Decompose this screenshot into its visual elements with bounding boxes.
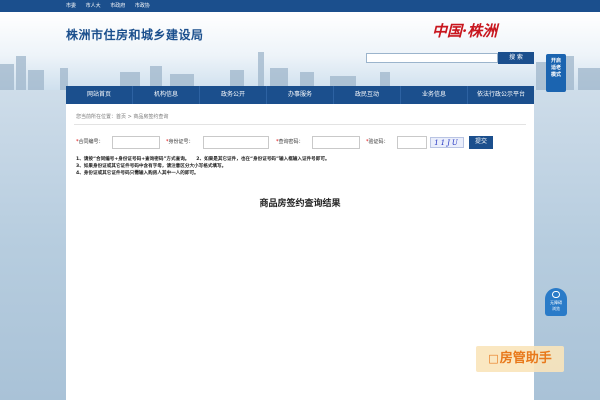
nav-item-interaction[interactable]: 政民互动 [334, 86, 401, 104]
header-banner: 株洲市住房和城乡建设局 中国·株洲 搜 索 [0, 12, 600, 90]
chat-icon: □ [488, 352, 499, 365]
main-nav: 网站首页 机构信息 政务公开 办事服务 政民互动 业务信息 依法行政公示平台 [66, 86, 534, 104]
search-button[interactable]: 搜 索 [498, 52, 534, 64]
instruction-line-1: 1、请按“合同编号+身份证号码+查询密码”方式查询。 2、如果是其它证件，也在“… [76, 157, 330, 162]
submit-button[interactable]: 提交 [469, 136, 493, 149]
instruction-line-3: 4、身份证或其它证件号码只需输入购房人其中一人的即可。 [76, 171, 199, 176]
elderly-mode-line-1: 开启 [550, 58, 561, 64]
elderly-mode-line-3: 模式 [550, 72, 561, 78]
nav-item-organization[interactable]: 机构信息 [133, 86, 200, 104]
instruction-line-2: 3、如果身份证或其它证件号码中含有字母，请注意区分大小写格式填写。 [76, 164, 227, 169]
elderly-mode-line-2: 适老 [550, 65, 561, 71]
captcha-input[interactable] [397, 136, 427, 149]
top-link-npc[interactable]: 市人大 [86, 3, 101, 9]
top-links-bar: 市委 市人大 市政府 市政协 [0, 0, 600, 12]
nav-item-law-platform[interactable]: 依法行政公示平台 [468, 86, 534, 104]
top-link-cppcc[interactable]: 市政协 [135, 3, 150, 9]
captcha-label: *验证码： [366, 139, 389, 145]
id-no-label: *身份证号： [166, 139, 194, 145]
assistant-label: 房管助手 [499, 351, 552, 366]
id-no-input[interactable] [203, 136, 269, 149]
city-slogan-logo: 中国·株洲 [432, 22, 498, 40]
query-password-input[interactable] [312, 136, 360, 149]
query-password-label: *查询密码： [276, 139, 304, 145]
content-panel: 您当前所在位置：首页 > 商品房签约查询 *合同编号： *身份证号： *查询密码… [66, 104, 534, 400]
elderly-mode-widget[interactable]: 开启 适老 模式 [546, 54, 566, 92]
housing-assistant-badge[interactable]: □房管助手 [476, 346, 564, 372]
city-skyline-image [0, 52, 600, 90]
search-input[interactable] [366, 53, 498, 63]
query-instructions: 1、请按“合同编号+身份证号码+查询密码”方式查询。 2、如果是其它证件，也在“… [76, 156, 526, 177]
divider [74, 124, 526, 125]
site-title: 株洲市住房和城乡建设局 [66, 28, 204, 42]
nav-item-gov-affairs[interactable]: 政务公开 [200, 86, 267, 104]
nav-item-services[interactable]: 办事服务 [267, 86, 334, 104]
top-link-municipal-committee[interactable]: 市委 [66, 3, 76, 9]
accessibility-widget[interactable]: 无障碍 浏览 [545, 288, 567, 316]
top-link-government[interactable]: 市政府 [110, 3, 125, 9]
captcha-image[interactable]: 11JU [430, 137, 464, 148]
nav-item-home[interactable]: 网站首页 [66, 86, 133, 104]
result-title: 商品房签约查询结果 [259, 199, 341, 209]
accessibility-line-2: 浏览 [552, 306, 560, 311]
nav-item-business[interactable]: 业务信息 [401, 86, 468, 104]
accessibility-icon [552, 291, 560, 298]
contract-no-label: *合同编号： [76, 139, 104, 145]
breadcrumb: 您当前所在位置：首页 > 商品房签约查询 [76, 114, 169, 120]
contract-no-input[interactable] [112, 136, 160, 149]
